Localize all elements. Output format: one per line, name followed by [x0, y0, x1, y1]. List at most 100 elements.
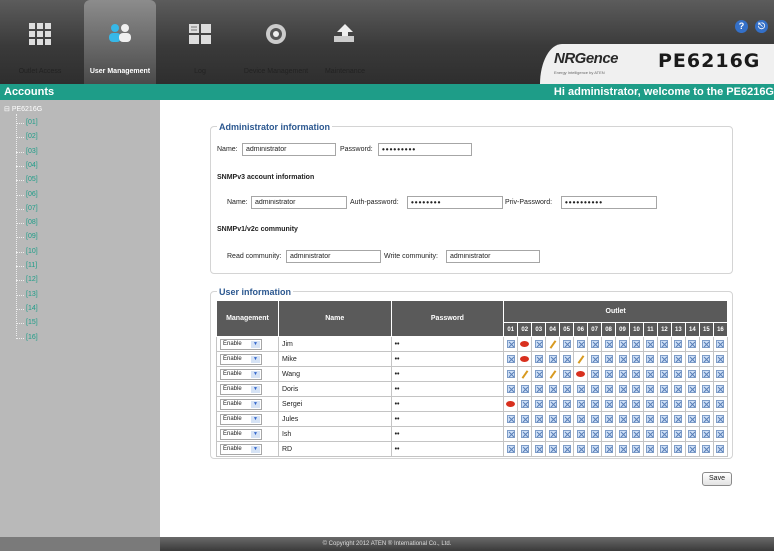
management-select[interactable]: Enable ▼ [220, 383, 262, 395]
outlet-permission-cell[interactable] [503, 441, 519, 457]
management-select[interactable]: Enable ▼ [220, 413, 262, 425]
outlet-permission-cell[interactable] [601, 441, 617, 457]
outlet-permission-cell[interactable] [684, 381, 700, 397]
user-name-cell[interactable]: Jim [277, 336, 392, 352]
user-password-cell[interactable]: •• [390, 336, 505, 352]
outlet-permission-cell[interactable] [698, 351, 714, 367]
outlet-permission-cell[interactable] [670, 351, 686, 367]
outlet-permission-cell[interactable] [559, 366, 575, 382]
user-name-cell[interactable]: Sergei [277, 396, 392, 412]
outlet-permission-cell[interactable] [615, 336, 630, 352]
outlet-permission-cell[interactable] [545, 396, 561, 412]
outlet-permission-cell[interactable] [517, 351, 533, 367]
outlet-permission-cell[interactable] [698, 381, 714, 397]
sidebar-item-outlet[interactable]: [04] [26, 162, 38, 169]
outlet-permission-cell[interactable] [698, 411, 714, 427]
outlet-permission-cell[interactable] [684, 411, 700, 427]
outlet-permission-cell[interactable] [517, 336, 533, 352]
outlet-permission-cell[interactable] [531, 396, 547, 412]
outlet-permission-cell[interactable] [545, 336, 561, 352]
outlet-permission-cell[interactable] [545, 411, 561, 427]
nav-tab-device-management[interactable]: Device Management [236, 0, 316, 84]
outlet-permission-cell[interactable] [642, 381, 658, 397]
sidebar-item-outlet[interactable]: [12] [26, 276, 38, 283]
outlet-permission-cell[interactable] [503, 381, 519, 397]
save-button[interactable]: Save [702, 472, 732, 486]
outlet-permission-cell[interactable] [559, 411, 575, 427]
outlet-permission-cell[interactable] [545, 441, 561, 457]
outlet-permission-cell[interactable] [531, 381, 547, 397]
user-password-cell[interactable]: •• [390, 366, 505, 382]
outlet-permission-cell[interactable] [601, 351, 617, 367]
nav-tab-user-management[interactable]: User Management [84, 0, 156, 84]
outlet-permission-cell[interactable] [559, 426, 575, 442]
outlet-permission-cell[interactable] [615, 366, 630, 382]
user-name-cell[interactable]: Ish [277, 426, 392, 442]
outlet-permission-cell[interactable] [656, 396, 672, 412]
outlet-permission-cell[interactable] [559, 396, 575, 412]
outlet-permission-cell[interactable] [684, 441, 700, 457]
outlet-permission-cell[interactable] [684, 336, 700, 352]
user-password-cell[interactable]: •• [390, 426, 505, 442]
nav-tab-maintenance[interactable]: Maintenance [312, 0, 378, 84]
outlet-permission-cell[interactable] [531, 336, 547, 352]
outlet-permission-cell[interactable] [601, 426, 617, 442]
outlet-permission-cell[interactable] [545, 381, 561, 397]
outlet-permission-cell[interactable] [573, 396, 589, 412]
outlet-permission-cell[interactable] [531, 441, 547, 457]
outlet-permission-cell[interactable] [670, 381, 686, 397]
read-community-input[interactable] [286, 250, 381, 263]
outlet-permission-cell[interactable] [503, 396, 519, 412]
sidebar-item-outlet[interactable]: [15] [26, 319, 38, 326]
outlet-permission-cell[interactable] [629, 366, 644, 382]
outlet-permission-cell[interactable] [587, 336, 603, 352]
outlet-permission-cell[interactable] [587, 396, 603, 412]
outlet-permission-cell[interactable] [573, 336, 589, 352]
outlet-permission-cell[interactable] [712, 411, 729, 427]
outlet-permission-cell[interactable] [656, 336, 672, 352]
logout-icon[interactable]: ⎋ [755, 20, 768, 33]
outlet-permission-cell[interactable] [698, 336, 714, 352]
outlet-permission-cell[interactable] [601, 396, 617, 412]
outlet-permission-cell[interactable] [517, 426, 533, 442]
outlet-permission-cell[interactable] [503, 366, 519, 382]
outlet-permission-cell[interactable] [531, 426, 547, 442]
outlet-permission-cell[interactable] [517, 411, 533, 427]
outlet-permission-cell[interactable] [670, 441, 686, 457]
outlet-permission-cell[interactable] [601, 336, 617, 352]
admin-name-input[interactable] [242, 143, 336, 156]
outlet-permission-cell[interactable] [615, 381, 630, 397]
outlet-permission-cell[interactable] [684, 351, 700, 367]
outlet-permission-cell[interactable] [712, 381, 729, 397]
management-select[interactable]: Enable ▼ [220, 338, 262, 350]
outlet-permission-cell[interactable] [642, 441, 658, 457]
outlet-permission-cell[interactable] [684, 426, 700, 442]
user-password-cell[interactable]: •• [390, 381, 505, 397]
sidebar-item-outlet[interactable]: [06] [26, 191, 38, 198]
sidebar-item-outlet[interactable]: [02] [26, 133, 38, 140]
outlet-permission-cell[interactable] [503, 426, 519, 442]
outlet-permission-cell[interactable] [587, 366, 603, 382]
outlet-permission-cell[interactable] [503, 336, 519, 352]
sidebar-item-outlet[interactable]: [13] [26, 291, 38, 298]
outlet-permission-cell[interactable] [712, 396, 729, 412]
outlet-permission-cell[interactable] [712, 441, 729, 457]
outlet-permission-cell[interactable] [559, 381, 575, 397]
outlet-permission-cell[interactable] [545, 351, 561, 367]
outlet-permission-cell[interactable] [601, 381, 617, 397]
outlet-permission-cell[interactable] [503, 411, 519, 427]
outlet-permission-cell[interactable] [587, 441, 603, 457]
outlet-permission-cell[interactable] [642, 351, 658, 367]
user-name-cell[interactable]: Mike [277, 351, 392, 367]
outlet-permission-cell[interactable] [587, 351, 603, 367]
sidebar-item-outlet[interactable]: [09] [26, 233, 38, 240]
user-name-cell[interactable]: Wang [277, 366, 392, 382]
user-name-cell[interactable]: Jules [277, 411, 392, 427]
outlet-permission-cell[interactable] [531, 411, 547, 427]
sidebar-item-outlet[interactable]: [03] [26, 148, 38, 155]
outlet-permission-cell[interactable] [615, 411, 630, 427]
outlet-permission-cell[interactable] [642, 336, 658, 352]
user-password-cell[interactable]: •• [390, 396, 505, 412]
management-select[interactable]: Enable ▼ [220, 428, 262, 440]
user-password-cell[interactable]: •• [390, 351, 505, 367]
